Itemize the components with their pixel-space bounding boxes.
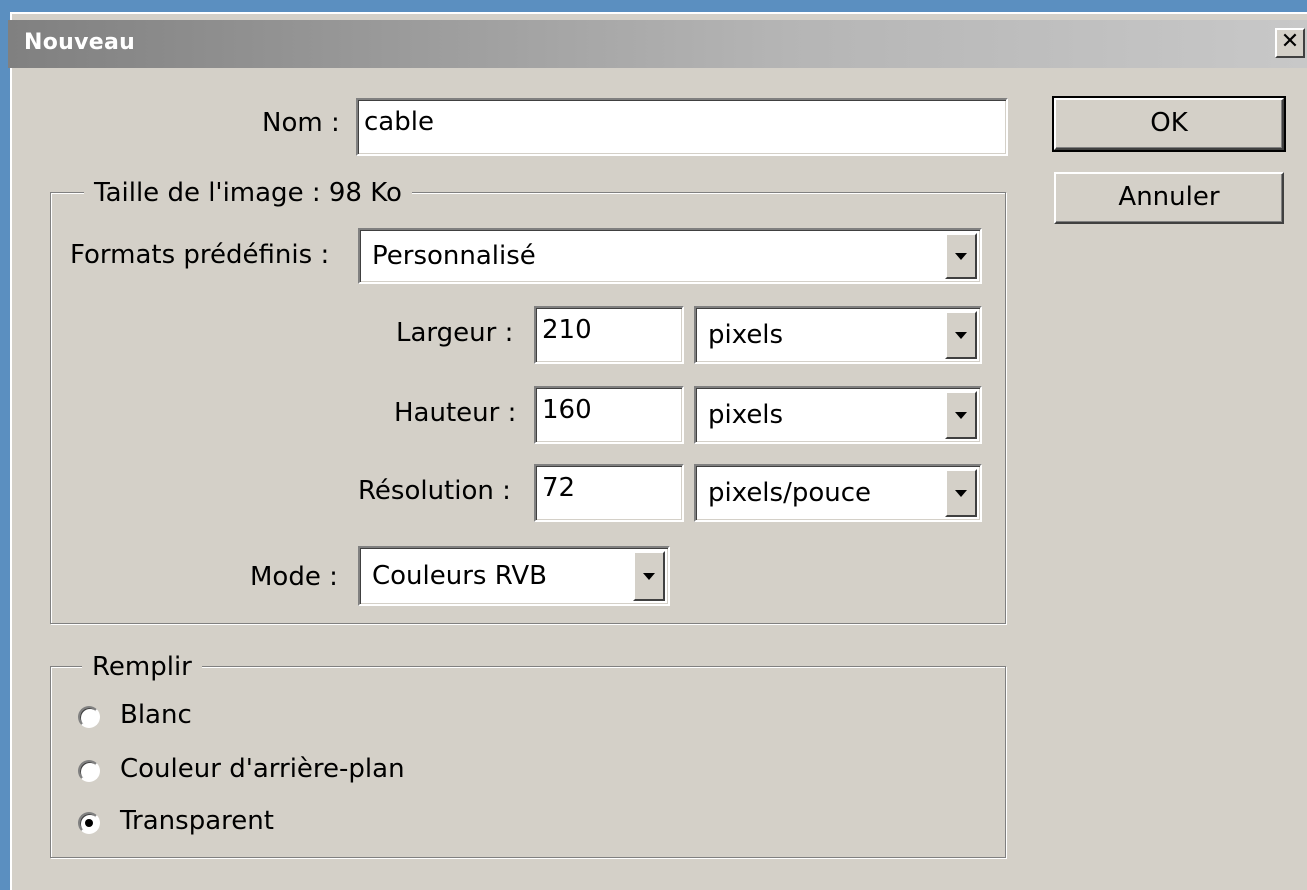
cancel-button[interactable]: Annuler — [1054, 172, 1284, 224]
width-label: Largeur : — [396, 318, 514, 348]
radio-blanc-icon[interactable] — [78, 706, 100, 728]
mode-select[interactable]: Couleurs RVB — [358, 546, 670, 606]
height-input[interactable]: 160 — [534, 386, 684, 444]
width-unit-select[interactable]: pixels — [694, 306, 982, 364]
presets-label: Formats prédéfinis : — [70, 240, 330, 270]
fill-legend: Remplir — [82, 652, 202, 682]
radio-transparent-label[interactable]: Transparent — [120, 806, 274, 836]
radio-blanc-label[interactable]: Blanc — [120, 700, 192, 730]
resolution-label: Résolution : — [358, 476, 511, 506]
width-input-value: 210 — [542, 315, 592, 345]
resolution-unit-select[interactable]: pixels/pouce — [694, 464, 982, 522]
chevron-down-icon[interactable] — [945, 233, 977, 279]
height-input-value: 160 — [542, 395, 592, 425]
close-icon[interactable]: ✕ — [1275, 28, 1305, 58]
width-unit-value: pixels — [708, 320, 784, 350]
radio-background-color-icon[interactable] — [78, 760, 100, 782]
title-bar[interactable]: Nouveau ✕ — [8, 20, 1307, 68]
image-size-legend: Taille de l'image : 98 Ko — [84, 178, 412, 208]
resolution-input[interactable]: 72 — [534, 464, 684, 522]
height-unit-value: pixels — [708, 400, 784, 430]
presets-select[interactable]: Personnalisé — [358, 228, 982, 284]
chevron-down-icon[interactable] — [945, 391, 977, 439]
resolution-unit-value: pixels/pouce — [708, 478, 872, 508]
chevron-down-icon[interactable] — [633, 551, 665, 601]
presets-select-value: Personnalisé — [372, 241, 536, 271]
radio-transparent-icon[interactable] — [78, 812, 100, 834]
name-label: Nom : — [262, 108, 340, 138]
radio-background-color-label[interactable]: Couleur d'arrière-plan — [120, 754, 405, 784]
chevron-down-icon[interactable] — [945, 469, 977, 517]
chevron-down-icon[interactable] — [945, 311, 977, 359]
mode-select-value: Couleurs RVB — [372, 561, 548, 591]
resolution-input-value: 72 — [542, 473, 576, 503]
ok-button[interactable]: OK — [1052, 96, 1286, 152]
width-input[interactable]: 210 — [534, 306, 684, 364]
name-input-value: cable — [364, 107, 434, 137]
dialog-title: Nouveau — [24, 30, 136, 55]
height-label: Hauteur : — [394, 398, 517, 428]
name-input[interactable]: cable — [356, 98, 1008, 156]
height-unit-select[interactable]: pixels — [694, 386, 982, 444]
mode-label: Mode : — [250, 562, 338, 592]
